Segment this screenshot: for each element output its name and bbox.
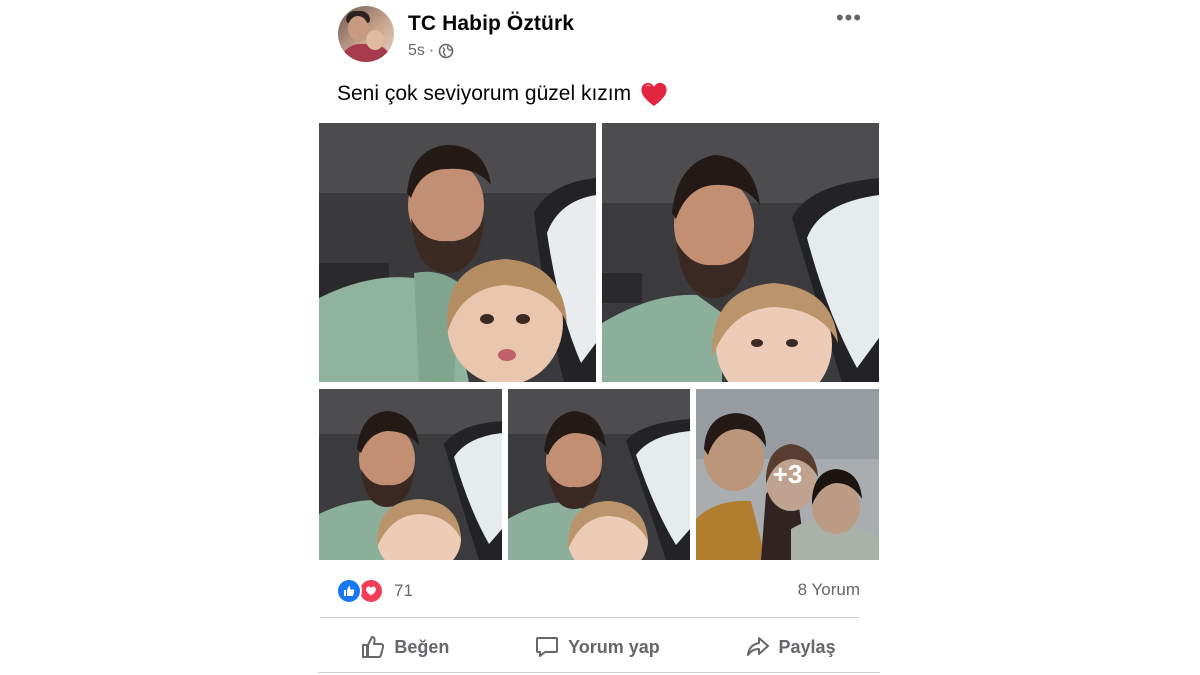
author-name[interactable]: TC Habip Öztürk — [408, 12, 574, 36]
divider-bottom — [318, 672, 880, 673]
post-photo-1[interactable] — [319, 123, 596, 382]
like-button[interactable]: Beğen — [344, 628, 465, 666]
more-photos-count: +3 — [696, 389, 879, 560]
caption-text: Seni çok seviyorum güzel kızım — [337, 82, 632, 105]
share-button-label: Paylaş — [778, 636, 836, 657]
comment-button[interactable]: Yorum yap — [518, 628, 676, 666]
author-avatar[interactable] — [338, 6, 394, 62]
post-photo-5-more[interactable]: +3 — [696, 389, 879, 560]
like-icon — [336, 578, 362, 604]
comment-count-link[interactable]: 8 Yorum — [798, 580, 860, 600]
globe-icon[interactable] — [438, 43, 454, 59]
comment-button-label: Yorum yap — [568, 636, 660, 657]
meta-separator: · — [428, 42, 435, 59]
post-meta: 5s · — [408, 42, 454, 60]
post-photo-2[interactable] — [602, 123, 879, 382]
divider-top — [320, 617, 860, 618]
more-options-button[interactable]: ••• — [834, 4, 864, 32]
reaction-count: 71 — [394, 581, 413, 600]
comment-icon — [536, 637, 559, 657]
action-bar: Beğen Yorum yap Paylaş — [318, 626, 878, 668]
post-time[interactable]: 5s — [408, 42, 425, 60]
share-icon — [746, 637, 769, 656]
heart-emoji — [641, 82, 667, 106]
post-photo-4[interactable] — [508, 389, 690, 560]
reaction-summary[interactable]: 71 — [336, 578, 413, 604]
post-caption: Seni çok seviyorum güzel kızım — [337, 80, 669, 108]
like-button-label: Beğen — [394, 636, 450, 657]
thumbs-up-icon — [362, 636, 385, 658]
post-card: TC Habip Öztürk 5s · ••• Seni çok seviyo… — [318, 0, 880, 675]
share-button[interactable]: Paylaş — [729, 628, 852, 666]
post-photo-3[interactable] — [319, 389, 502, 560]
